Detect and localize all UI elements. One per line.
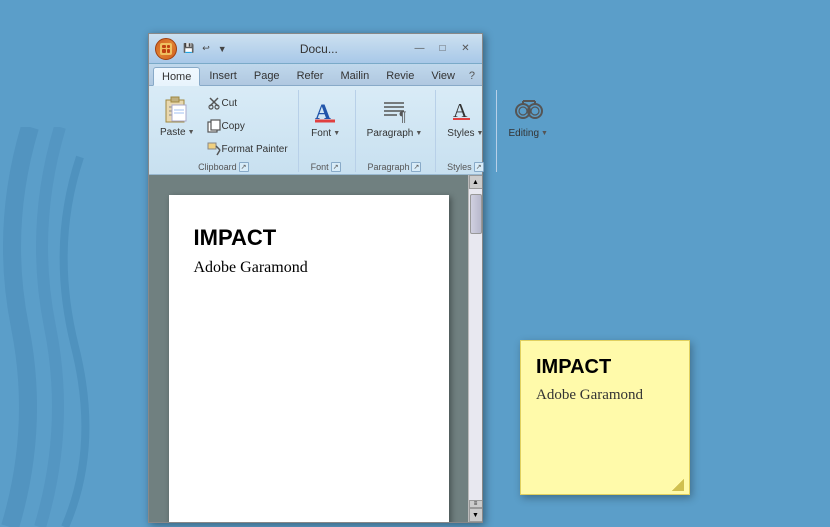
paragraph-label: Paragraph▼ [367, 128, 423, 139]
close-button[interactable]: ✕ [455, 40, 476, 58]
tab-refer[interactable]: Refer [289, 67, 332, 85]
styles-dropdown-arrow: ▼ [477, 130, 484, 137]
scroll-thumb[interactable] [470, 194, 482, 234]
vertical-scrollbar[interactable]: ▲ ≡ ▼ [468, 175, 482, 522]
ribbon-group-styles: A Styles▼ Styles ↗ [436, 90, 497, 172]
format-painter-button[interactable]: Format Painter [202, 138, 292, 160]
paste-icon [161, 93, 193, 125]
ribbon-group-font: A Font▼ Font ↗ [299, 90, 356, 172]
paragraph-label-text: Paragraph [367, 162, 409, 172]
styles-icon: A [449, 94, 481, 126]
paste-button[interactable]: Paste▼ [155, 90, 200, 141]
tab-page[interactable]: Page [246, 67, 288, 85]
font-dropdown-arrow: ▼ [333, 130, 340, 137]
tab-view[interactable]: View [423, 67, 463, 85]
format-painter-icon [206, 141, 222, 157]
office-button[interactable] [155, 38, 177, 60]
ribbon-content: Paste▼ [149, 86, 482, 174]
editing-icon [512, 94, 544, 126]
styles-button[interactable]: A Styles▼ [440, 90, 490, 143]
clipboard-expand[interactable]: ↗ [239, 162, 249, 172]
copy-icon [206, 118, 222, 134]
paragraph-icon: ¶ [378, 94, 410, 126]
window-title: Docu... [300, 42, 338, 56]
font-expand[interactable]: ↗ [331, 162, 341, 172]
tab-mailin[interactable]: Mailin [332, 67, 377, 85]
title-bar-left: 💾 ↩ ▼ [155, 38, 229, 60]
copy-button[interactable]: Copy [202, 115, 292, 137]
font-buttons: A Font▼ [303, 90, 349, 160]
paragraph-dropdown-arrow: ▼ [415, 130, 422, 137]
quick-access-dropdown[interactable]: ▼ [216, 43, 229, 55]
cut-button[interactable]: Cut [202, 92, 292, 114]
font-group-label: Font ↗ [303, 162, 349, 172]
ribbon-group-clipboard: Paste▼ [151, 90, 299, 172]
help-button[interactable]: ? [464, 67, 480, 85]
paste-label: Paste▼ [160, 127, 195, 138]
sticky-garamond-text: Adobe Garamond [536, 387, 674, 404]
sticky-note: IMPACT Adobe Garamond [520, 340, 690, 495]
scroll-split-button[interactable]: ≡ [469, 500, 483, 508]
editing-group-label [501, 162, 555, 172]
svg-text:¶: ¶ [399, 108, 407, 124]
editing-buttons: Editing▼ [501, 90, 555, 160]
undo-button[interactable]: ↩ [200, 42, 212, 55]
title-controls: — □ ✕ [409, 40, 476, 58]
ribbon: Home Insert Page Refer Mailin Revie View… [149, 64, 482, 175]
styles-buttons: A Styles▼ [440, 90, 490, 160]
sticky-corner [672, 479, 684, 491]
word-window: 💾 ↩ ▼ Docu... — □ ✕ Home Insert Page Ref… [148, 33, 483, 523]
tab-revie[interactable]: Revie [378, 67, 422, 85]
scroll-up-button[interactable]: ▲ [469, 175, 483, 189]
copy-label: Copy [222, 121, 245, 132]
editing-label-text [527, 162, 530, 172]
maximize-button[interactable]: □ [432, 40, 453, 58]
document-area: IMPACT Adobe Garamond ▲ ≡ ▼ [149, 175, 482, 522]
format-painter-label: Format Painter [222, 144, 288, 155]
scroll-track[interactable] [469, 189, 482, 500]
cut-label: Cut [222, 98, 238, 109]
font-label: Font▼ [311, 128, 340, 139]
editing-dropdown-arrow: ▼ [541, 130, 548, 137]
paragraph-expand[interactable]: ↗ [411, 162, 421, 172]
clipboard-group-label: Clipboard ↗ [155, 162, 292, 172]
paragraph-buttons: ¶ Paragraph▼ [360, 90, 430, 160]
paragraph-group-label: Paragraph ↗ [360, 162, 430, 172]
paste-dropdown-arrow: ▼ [188, 129, 195, 136]
styles-expand[interactable]: ↗ [474, 162, 484, 172]
page-impact-text: IMPACT [194, 225, 424, 251]
document-page[interactable]: IMPACT Adobe Garamond [149, 175, 468, 522]
title-bar: 💾 ↩ ▼ Docu... — □ ✕ [149, 34, 482, 64]
ribbon-group-editing: Editing▼ [497, 90, 561, 172]
tab-insert[interactable]: Insert [201, 67, 245, 85]
styles-label-text: Styles [447, 162, 472, 172]
sticky-impact-text: IMPACT [536, 356, 674, 379]
editing-label: Editing▼ [508, 128, 548, 139]
office-logo [160, 43, 172, 55]
styles-label: Styles▼ [447, 128, 483, 139]
minimize-button[interactable]: — [409, 40, 430, 58]
save-button[interactable]: 💾 [181, 42, 196, 55]
ribbon-tabs: Home Insert Page Refer Mailin Revie View… [149, 64, 482, 86]
font-button[interactable]: A Font▼ [303, 90, 349, 143]
clipboard-buttons: Paste▼ [155, 90, 292, 160]
font-icon: A [310, 94, 342, 126]
tab-home[interactable]: Home [153, 67, 200, 86]
cut-icon [206, 95, 222, 111]
page-garamond-text: Adobe Garamond [194, 259, 424, 277]
scroll-down-button[interactable]: ▼ [469, 508, 483, 522]
editing-button[interactable]: Editing▼ [501, 90, 555, 143]
ribbon-group-paragraph: ¶ Paragraph▼ Paragraph ↗ [356, 90, 437, 172]
styles-group-label: Styles ↗ [440, 162, 490, 172]
clipboard-label-text: Clipboard [198, 162, 237, 172]
page: IMPACT Adobe Garamond [169, 195, 449, 522]
font-label-text: Font [311, 162, 329, 172]
paragraph-button[interactable]: ¶ Paragraph▼ [360, 90, 430, 143]
